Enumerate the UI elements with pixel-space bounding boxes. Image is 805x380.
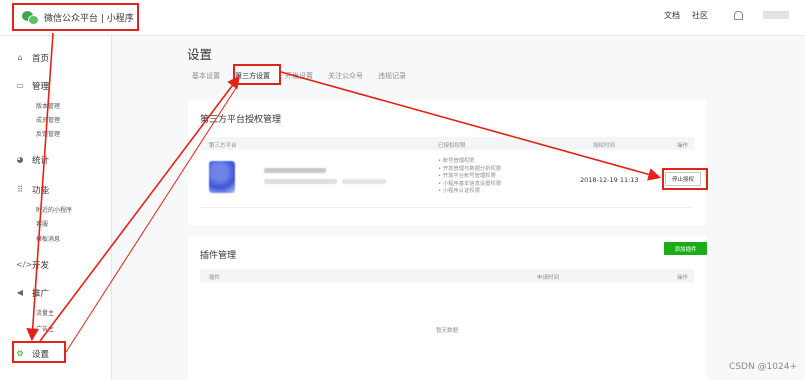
- platform-avatar: [209, 161, 235, 193]
- user-menu[interactable]: [763, 11, 789, 19]
- sidebar-sub-advertiser[interactable]: 广告主: [36, 324, 54, 333]
- sidebar-item-settings[interactable]: ⚙ 设置: [16, 348, 50, 361]
- sidebar-item-dev[interactable]: </> 开发: [16, 259, 50, 272]
- platform-extra-redacted: [342, 179, 386, 184]
- col-platform: 第三方平台: [209, 143, 237, 149]
- sidebar-sub-members[interactable]: 成员管理: [36, 115, 60, 124]
- col-auth-time: 授权时间: [593, 143, 616, 149]
- brand[interactable]: 微信公众平台 | 小程序: [12, 4, 139, 31]
- sidebar-sub-traffic[interactable]: 流量主: [36, 308, 54, 317]
- main-content: 设置 基本设置 第三方设置 开发设置 关注公众号 违规记录 第三方平台授权管理 …: [112, 36, 805, 380]
- sidebar-sub-version[interactable]: 版本管理: [36, 101, 60, 110]
- permission-item: 小程序认证权限: [438, 188, 501, 196]
- sidebar-sub-feedback[interactable]: 反馈管理: [36, 129, 60, 138]
- sidebar-sub-template[interactable]: 模板消息: [36, 234, 60, 243]
- col-action: 操作: [677, 275, 689, 281]
- top-nav: 文档 社区: [664, 0, 805, 30]
- auth-time: 2018-12-19 11:13: [580, 176, 639, 184]
- stop-authorization-button[interactable]: 停止授权: [665, 172, 701, 186]
- plugin-card: 插件管理 添加插件 插件 申请时间 操作 暂无数据: [188, 236, 707, 380]
- watermark: CSDN @1024+: [729, 362, 797, 372]
- gear-icon: ⚙: [16, 349, 24, 358]
- auth-card-title: 第三方平台授权管理: [200, 115, 282, 125]
- plugin-table-header: 插件 申请时间 操作: [200, 269, 694, 282]
- permission-item: 开放平台帐号管理权限: [438, 173, 501, 181]
- settings-tabs: 基本设置 第三方设置 开发设置 关注公众号 违规记录: [192, 69, 421, 81]
- code-icon: </>: [16, 260, 33, 269]
- wechat-logo-icon: [22, 10, 39, 25]
- tab-violations[interactable]: 违规记录: [378, 69, 406, 81]
- permission-item: 帐号管理权限: [438, 158, 501, 166]
- table-row: 帐号管理权限 开发管理与数据分析权限 开放平台帐号管理权限 小程序基本信息设置权…: [200, 152, 701, 208]
- col-action: 操作: [677, 143, 689, 149]
- community-link[interactable]: 社区: [692, 10, 708, 21]
- sidebar-sub-service[interactable]: 客服: [36, 219, 48, 228]
- folder-icon: ▭: [16, 81, 24, 90]
- sidebar-item-promote[interactable]: ◀ 推广: [16, 287, 50, 300]
- col-plugin: 插件: [209, 275, 221, 281]
- platform-name-redacted: [264, 168, 326, 173]
- grid-icon: ⠿: [17, 185, 23, 194]
- sidebar-item-stats[interactable]: ◕ 统计: [16, 154, 50, 167]
- top-bar: 微信公众平台 | 小程序 文档 社区: [0, 0, 805, 36]
- tab-follow-account[interactable]: 关注公众号: [328, 69, 363, 81]
- sidebar-item-label: 功能: [32, 186, 50, 196]
- sidebar-item-label: 设置: [32, 350, 50, 360]
- sidebar-item-label: 开发: [32, 261, 50, 271]
- col-apply-time: 申请时间: [537, 275, 560, 281]
- sidebar-item-label: 推广: [32, 289, 50, 299]
- sidebar-item-label: 首页: [32, 54, 50, 64]
- brand-name: 微信公众平台 | 小程序: [44, 14, 134, 24]
- platform-info-redacted: [264, 179, 337, 184]
- add-plugin-button[interactable]: 添加插件: [664, 242, 707, 255]
- sidebar-item-label: 管理: [32, 82, 50, 92]
- auth-card: 第三方平台授权管理 第三方平台 已授权权限 授权时间 操作 帐号管理权限 开发管…: [188, 100, 706, 225]
- auth-table-header: 第三方平台 已授权权限 授权时间 操作: [200, 137, 694, 150]
- home-icon: ⌂: [17, 53, 23, 62]
- empty-state: 暂无数据: [435, 328, 458, 334]
- permission-list: 帐号管理权限 开发管理与数据分析权限 开放平台帐号管理权限 小程序基本信息设置权…: [438, 158, 501, 196]
- tab-basic[interactable]: 基本设置: [192, 69, 220, 81]
- plugin-card-title: 插件管理: [200, 251, 237, 261]
- sidebar-item-manage[interactable]: ▭ 管理: [16, 80, 50, 93]
- sidebar-sub-nearby[interactable]: 附近的小程序: [36, 205, 72, 214]
- megaphone-icon: ◀: [16, 288, 24, 297]
- tab-dev[interactable]: 开发设置: [285, 69, 313, 81]
- sidebar-item-home[interactable]: ⌂ 首页: [16, 52, 50, 65]
- col-permissions: 已授权权限: [438, 143, 466, 149]
- sidebar: ⌂ 首页 ▭ 管理 版本管理 成员管理 反馈管理 ◕ 统计 ⠿ 功能 附近的小程…: [0, 36, 112, 380]
- sidebar-item-features[interactable]: ⠿ 功能: [16, 184, 50, 197]
- tab-third-party[interactable]: 第三方设置: [235, 69, 270, 81]
- pie-chart-icon: ◕: [16, 155, 24, 164]
- page-title: 设置: [187, 47, 213, 62]
- docs-link[interactable]: 文档: [664, 10, 680, 21]
- bell-icon[interactable]: [734, 10, 743, 20]
- sidebar-item-label: 统计: [32, 156, 50, 166]
